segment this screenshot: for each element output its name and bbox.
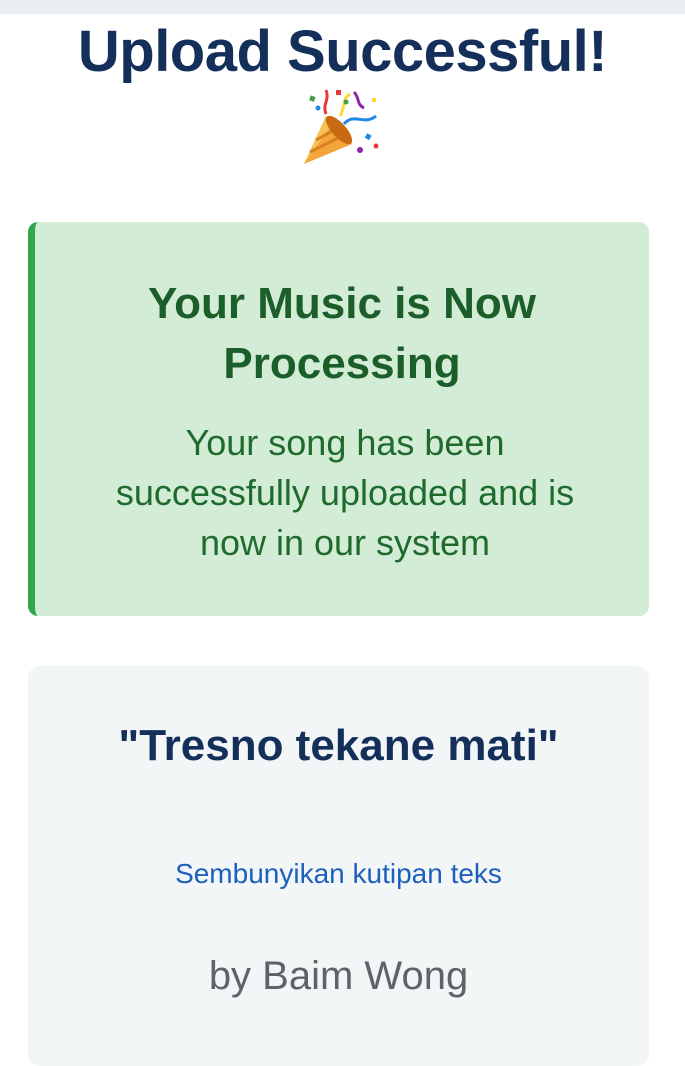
hide-quoted-text-link[interactable]: Sembunyikan kutipan teks <box>28 856 649 892</box>
artist-name: by Baim Wong <box>208 954 469 998</box>
song-title: "Tresno tekane mati" <box>118 721 559 770</box>
processing-message: Your song has been successfully uploaded… <box>115 422 575 563</box>
top-bar <box>0 0 685 14</box>
processing-heading: Your Music is Now Processing <box>148 279 536 388</box>
page-title: Upload Successful! <box>77 19 608 84</box>
song-card: "Tresno tekane mati" Sembunyikan kutipan… <box>28 666 649 1066</box>
success-message-box: Your Music is Now Processing Your song h… <box>28 222 649 616</box>
party-popper-icon <box>296 86 382 168</box>
